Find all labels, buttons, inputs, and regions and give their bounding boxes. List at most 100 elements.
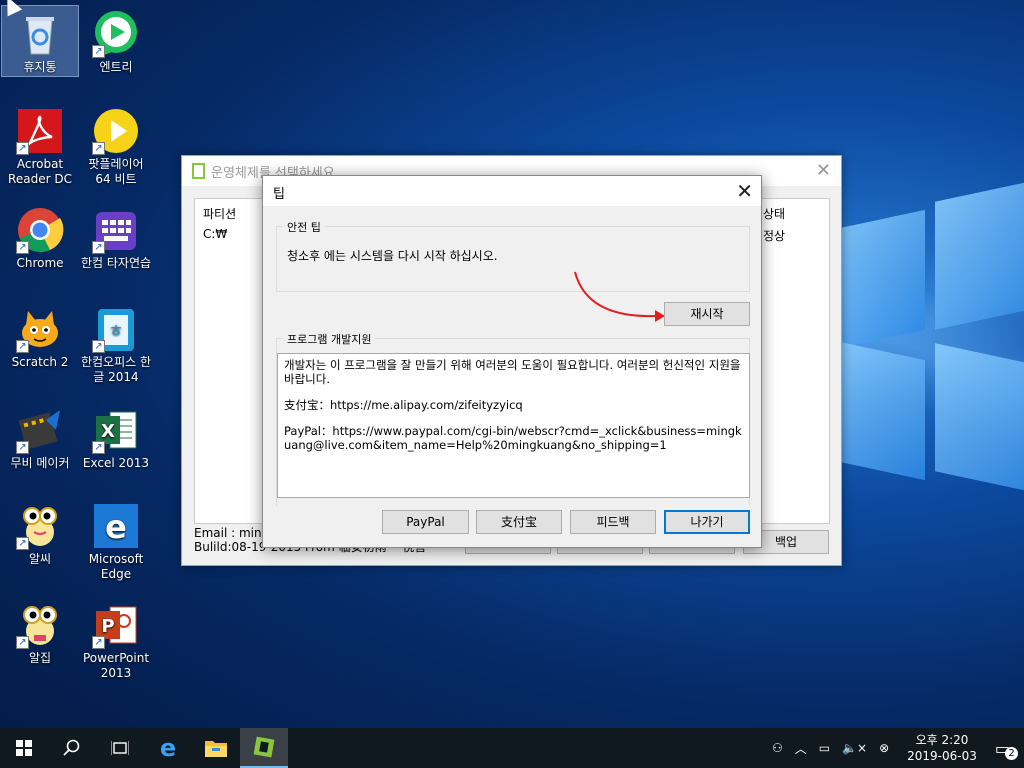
tip-dialog: 팁 ✕ 안전 팁 청소후 에는 시스템을 다시 시작 하십시오. 재시작 프로그… (262, 175, 762, 548)
safety-tip-group: 안전 팁 청소후 에는 시스템을 다시 시작 하십시오. (276, 219, 750, 292)
close-icon[interactable]: ✕ (816, 160, 831, 181)
people-icon[interactable]: ⚇ (766, 741, 789, 755)
desktop-icon-label: 알집 (28, 651, 52, 665)
dev-support-legend: 프로그램 개발지원 (283, 331, 376, 347)
clock[interactable]: 오후 2:20 2019-06-03 (895, 732, 989, 764)
safety-tip-message: 청소후 에는 시스템을 다시 시작 하십시오. (287, 249, 498, 263)
desktop-icon-excel[interactable]: X ↗ Excel 2013 (78, 402, 154, 471)
svg-text:P: P (101, 616, 114, 637)
volume-muted-icon[interactable]: 🔈× (836, 741, 873, 755)
alipay-button[interactable]: 支付宝 (476, 510, 562, 534)
dialog-titlebar[interactable]: 팁 (263, 176, 761, 206)
acrobat-icon: ↗ (16, 107, 64, 155)
scratch-icon: ↗ (16, 305, 64, 353)
desktop-icon-label: PowerPoint 2013 (82, 651, 150, 680)
desktop-icon-entry[interactable]: ↗ 엔트리 (78, 6, 154, 75)
dialog-title: 팁 (273, 187, 285, 202)
shortcut-arrow-icon: ↗ (16, 441, 29, 454)
svg-text:ㅎ: ㅎ (109, 321, 124, 340)
edge-icon: e (92, 502, 140, 550)
taskbar: e ⚇ ︿ ▭ 🔈× ⊗ 오후 2:20 2019-06-03 ▭ 2 (0, 728, 1024, 768)
shortcut-arrow-icon: ↗ (92, 636, 105, 649)
edge-icon: e (159, 734, 177, 762)
shortcut-arrow-icon: ↗ (16, 636, 29, 649)
desktop-icon-recycle-bin[interactable]: 휴지통 (1, 5, 79, 77)
desktop-icon-acrobat[interactable]: ↗ Acrobat Reader DC (2, 103, 78, 187)
recycle-bin-icon (16, 10, 64, 58)
movie-maker-icon: ↗ (16, 406, 64, 454)
desktop-icon-alsee[interactable]: ↗ 알씨 (2, 498, 78, 567)
desktop-icon-label: 알씨 (28, 552, 52, 566)
column-header-partition[interactable]: 파티션 (203, 205, 236, 222)
start-button[interactable] (0, 728, 48, 768)
excel-icon: X ↗ (92, 406, 140, 454)
shortcut-arrow-icon: ↗ (16, 537, 29, 550)
desktop-icon-potplayer[interactable]: ↗ 팟플레이어 64 비트 (78, 103, 154, 187)
desktop-icon-movie-maker[interactable]: ↗ 무비 메이커 (2, 402, 78, 471)
clear-notification-icon[interactable]: ⊗ (873, 741, 895, 755)
notification-count-badge: 2 (1005, 746, 1018, 760)
desktop-icon-label: 엔트리 (99, 60, 133, 74)
desktop-icon-label: Excel 2013 (82, 456, 150, 470)
desktop-icon-label: 휴지통 (23, 60, 57, 74)
desktop-icon-label: Acrobat Reader DC (8, 157, 72, 186)
shortcut-arrow-icon: ↗ (16, 142, 29, 155)
hancom-typing-icon: ↗ (92, 206, 140, 254)
shortcut-arrow-icon: ↗ (92, 340, 105, 353)
exit-button[interactable]: 나가기 (664, 510, 750, 534)
partition-cell[interactable]: C:₩ (203, 227, 227, 241)
windows-start-icon (16, 740, 32, 756)
taskbar-cleaner-app[interactable] (240, 728, 288, 768)
shortcut-arrow-icon: ↗ (92, 441, 105, 454)
task-view-icon (111, 741, 129, 755)
alzip-icon: ↗ (16, 601, 64, 649)
folder-icon (205, 741, 227, 757)
support-intro-text: 개발자는 이 프로그램을 잘 만들기 위해 여러분의 도움이 필요합니다. 여러… (284, 358, 741, 386)
red-arrow-annotation (574, 271, 665, 322)
support-text-box[interactable]: 개발자는 이 프로그램을 잘 만들기 위해 여러분의 도움이 필요합니다. 여러… (277, 353, 750, 498)
search-icon (63, 739, 80, 756)
paypal-button[interactable]: PayPal (382, 510, 469, 534)
restart-button[interactable]: 재시작 (664, 302, 750, 326)
wallpaper-windows-logo (830, 178, 1024, 520)
desktop-icon-chrome[interactable]: ↗ Chrome (2, 202, 78, 271)
desktop-icon-scratch[interactable]: ↗ Scratch 2 (2, 301, 78, 370)
hancom-hangul-icon: ㅎ ↗ (92, 305, 140, 353)
desktop-icon-alzip[interactable]: ↗ 알집 (2, 597, 78, 666)
network-icon[interactable]: ▭ (813, 741, 836, 755)
desktop-icon-hancom-hangul[interactable]: ㅎ ↗ 한컴오피스 한글 2014 (78, 301, 154, 385)
svg-text:e: e (105, 508, 127, 546)
shortcut-arrow-icon: ↗ (92, 142, 105, 155)
feedback-button[interactable]: 피드백 (570, 510, 656, 534)
search-button[interactable] (48, 728, 96, 768)
alipay-link-text: 支付宝：https://me.alipay.com/zifeityzyicq (284, 398, 523, 412)
desktop-icon-powerpoint[interactable]: P ↗ PowerPoint 2013 (78, 597, 154, 681)
desktop-icon-label: 팟플레이어 64 비트 (88, 157, 144, 186)
chevron-up-icon[interactable]: ︿ (789, 740, 813, 757)
clock-date: 2019-06-03 (907, 749, 977, 763)
alsee-icon: ↗ (16, 502, 64, 550)
shortcut-arrow-icon: ↗ (16, 340, 29, 353)
entry-icon: ↗ (92, 10, 140, 58)
safety-tip-legend: 안전 팁 (283, 219, 325, 235)
taskbar-edge[interactable]: e (144, 728, 192, 768)
taskbar-file-explorer[interactable] (192, 728, 240, 768)
task-view-button[interactable] (96, 728, 144, 768)
shortcut-arrow-icon: ↗ (92, 45, 105, 58)
system-tray: ⚇ ︿ ▭ 🔈× ⊗ 오후 2:20 2019-06-03 ▭ 2 (766, 728, 1024, 768)
column-header-status[interactable]: 상태 (763, 205, 785, 222)
svg-text:X: X (101, 421, 115, 442)
desktop-icon-edge[interactable]: e Microsoft Edge (78, 498, 154, 582)
desktop-icon-label: Chrome (16, 256, 64, 270)
desktop-icon-label: Scratch 2 (11, 355, 69, 369)
paypal-link-text: PayPal：https://www.paypal.com/cgi-bin/we… (284, 424, 742, 452)
app-icon (192, 163, 205, 179)
action-center-button[interactable]: ▭ 2 (989, 739, 1024, 760)
desktop-icon-label: 한컴오피스 한글 2014 (80, 355, 152, 384)
desktop-icon-label: 한컴 타자연습 (80, 256, 152, 270)
shortcut-arrow-icon: ↗ (16, 241, 29, 254)
desktop-icon-label: Microsoft Edge (88, 552, 144, 581)
desktop-icon-hancom-typing[interactable]: ↗ 한컴 타자연습 (78, 202, 154, 271)
close-icon[interactable]: ✕ (736, 179, 753, 203)
chrome-icon: ↗ (16, 206, 64, 254)
